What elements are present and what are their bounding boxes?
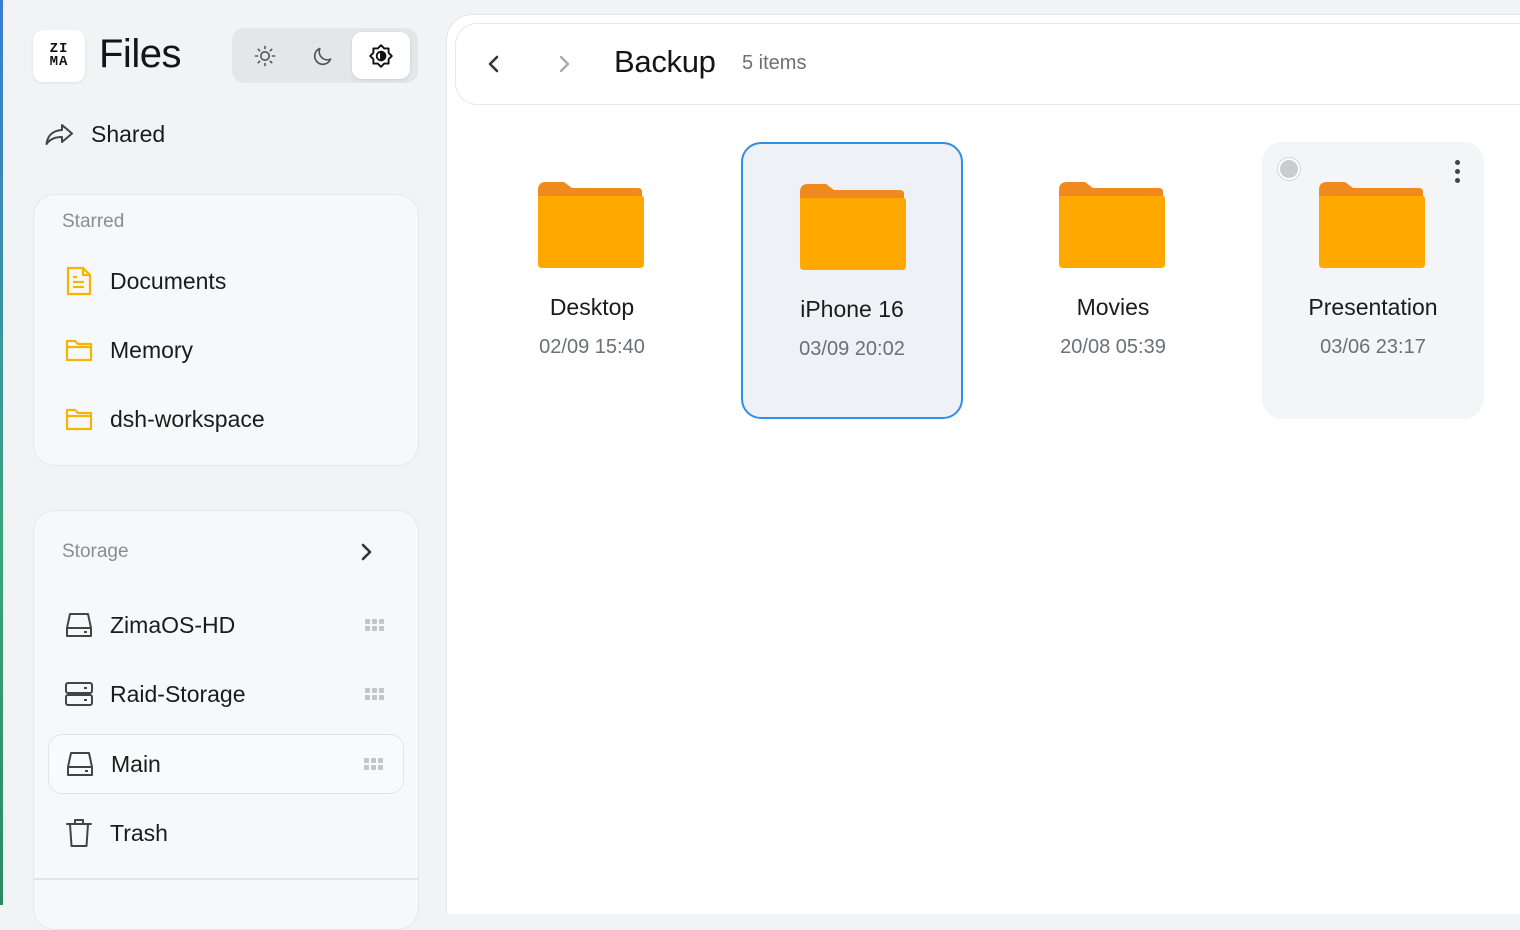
folder-icon	[1059, 182, 1165, 268]
drag-handle-icon[interactable]	[365, 619, 384, 631]
file-name: Desktop	[549, 294, 635, 320]
folder-outline-icon	[65, 339, 93, 362]
file-date: 20/08 05:39	[1060, 336, 1166, 358]
theme-switcher	[232, 28, 418, 83]
raid-icon	[65, 682, 93, 706]
sidebar-item-trash[interactable]: Trash	[48, 803, 404, 863]
sidebar-item-label: ZimaOS-HD	[110, 611, 236, 638]
file-tile-iphone-16[interactable]: iPhone 16 03/09 20:02	[741, 142, 963, 419]
sidebar-item-memory[interactable]: Memory	[48, 320, 404, 380]
moon-icon	[313, 47, 332, 65]
file-name: iPhone 16	[800, 296, 904, 322]
sidebar-item-shared[interactable]: Shared	[43, 112, 413, 156]
file-tile-presentation[interactable]: Presentation 03/06 23:17	[1262, 142, 1484, 419]
app-title: Files	[99, 32, 181, 76]
trash-icon	[66, 819, 92, 847]
starred-section: Starred Documents Memory dsh-workspace	[33, 194, 419, 466]
theme-light-button[interactable]	[236, 32, 294, 79]
drag-handle-icon[interactable]	[365, 688, 384, 700]
sidebar-item-label: Memory	[110, 336, 194, 363]
drive-icon	[67, 752, 93, 776]
sidebar-item-zimaos-hd[interactable]: ZimaOS-HD	[48, 595, 404, 655]
theme-auto-button[interactable]	[352, 32, 410, 79]
back-button[interactable]	[476, 46, 512, 82]
file-date: 03/06 23:17	[1320, 336, 1426, 358]
sidebar-item-label: Documents	[110, 267, 227, 294]
file-tile-movies[interactable]: Movies 20/08 05:39	[1002, 142, 1224, 419]
drag-handle-icon[interactable]	[364, 758, 383, 770]
item-count: 5 items	[742, 52, 807, 74]
drive-icon	[66, 613, 92, 637]
theme-dark-button[interactable]	[294, 32, 352, 79]
sidebar-item-label: Main	[111, 750, 161, 777]
auto-brightness-icon	[369, 43, 393, 68]
more-options-icon[interactable]	[1455, 160, 1460, 183]
forward-button[interactable]	[546, 46, 582, 82]
chevron-right-icon[interactable]	[358, 541, 374, 563]
file-name: Presentation	[1308, 294, 1438, 320]
file-name: Movies	[1076, 294, 1150, 320]
folder-icon	[538, 182, 644, 268]
toolbar: Backup 5 items	[455, 23, 1520, 105]
sidebar-item-label: Trash	[110, 819, 168, 846]
section-heading: Starred	[62, 211, 125, 232]
app-logo: ZI MA	[33, 30, 85, 82]
sidebar-item-documents[interactable]: Documents	[48, 251, 404, 311]
select-checkbox[interactable]	[1278, 158, 1300, 180]
file-tile-desktop[interactable]: Desktop 02/09 15:40	[481, 142, 703, 419]
chevron-right-icon	[559, 55, 570, 73]
sidebar-item-raid-storage[interactable]: Raid-Storage	[48, 664, 404, 724]
sidebar-item-dsh-workspace[interactable]: dsh-workspace	[48, 389, 404, 449]
sidebar-item-label: Raid-Storage	[110, 680, 246, 707]
main-panel: Backup 5 items Desktop 02/09 15:40 iPhon…	[446, 14, 1520, 914]
folder-outline-icon	[65, 408, 93, 431]
breadcrumb[interactable]: Backup	[614, 44, 716, 80]
document-icon	[66, 266, 92, 296]
storage-section: Storage ZimaOS-HD Raid-Storage Main Tras…	[33, 510, 419, 930]
sidebar-item-label: dsh-workspace	[110, 405, 265, 432]
sidebar: ZI MA Files Shared Starred Documents Mem…	[3, 0, 446, 930]
chevron-left-icon	[488, 55, 499, 73]
sidebar-item-main[interactable]: Main	[48, 734, 404, 794]
folder-icon	[1319, 182, 1425, 268]
section-heading: Storage	[62, 541, 129, 562]
file-date: 03/09 20:02	[799, 338, 905, 360]
sidebar-item-label: Shared	[91, 120, 166, 147]
share-arrow-icon	[45, 124, 73, 145]
sun-icon	[254, 45, 276, 66]
folder-icon	[800, 184, 906, 270]
section-divider	[33, 878, 419, 880]
file-date: 02/09 15:40	[539, 336, 645, 358]
